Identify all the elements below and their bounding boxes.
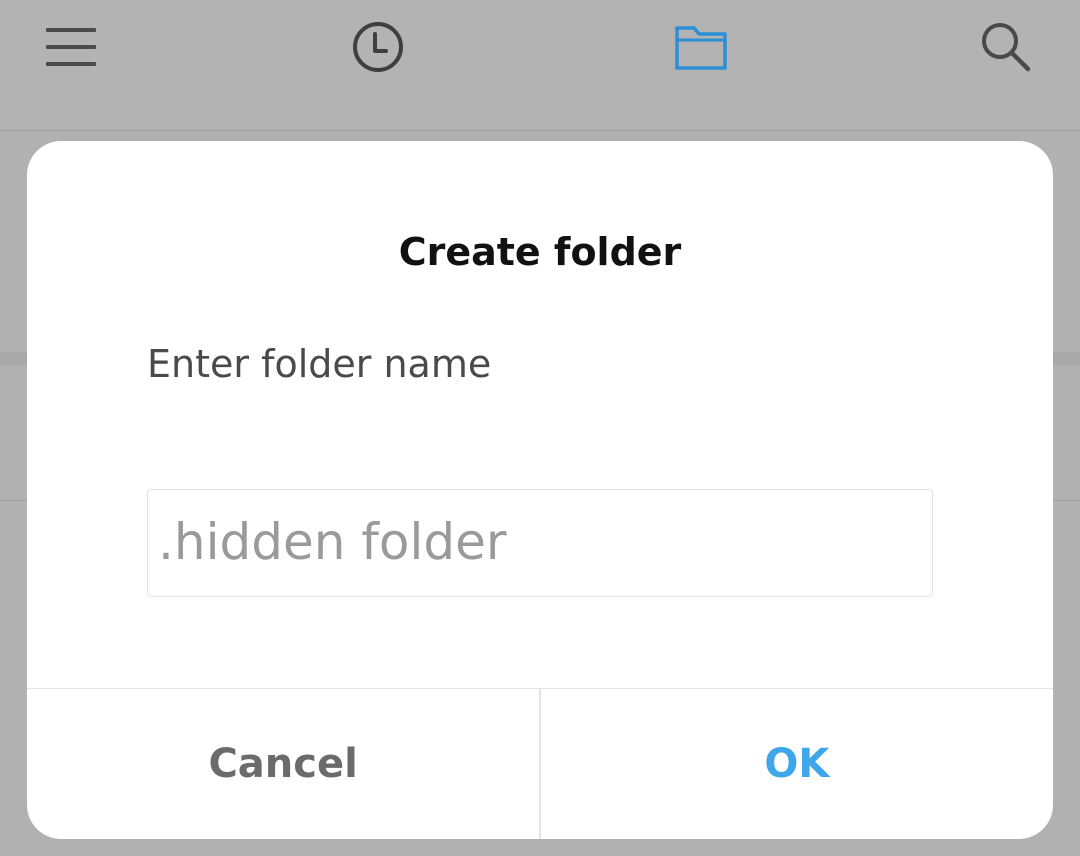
folder-name-field[interactable] [147, 489, 933, 597]
app-toolbar [0, 0, 1080, 131]
cancel-button[interactable]: Cancel [27, 689, 539, 839]
dialog-button-bar: Cancel OK [27, 688, 1053, 839]
clock-icon[interactable] [343, 12, 413, 82]
ok-button[interactable]: OK [541, 689, 1053, 839]
create-folder-dialog: Create folder Enter folder name Cancel O… [27, 141, 1053, 839]
dialog-message: Enter folder name [147, 342, 492, 386]
search-icon[interactable] [971, 12, 1041, 82]
dialog-title: Create folder [398, 230, 682, 274]
folder-icon[interactable] [666, 12, 736, 82]
folder-name-input[interactable] [158, 490, 918, 594]
hamburger-menu-icon[interactable] [37, 12, 107, 82]
